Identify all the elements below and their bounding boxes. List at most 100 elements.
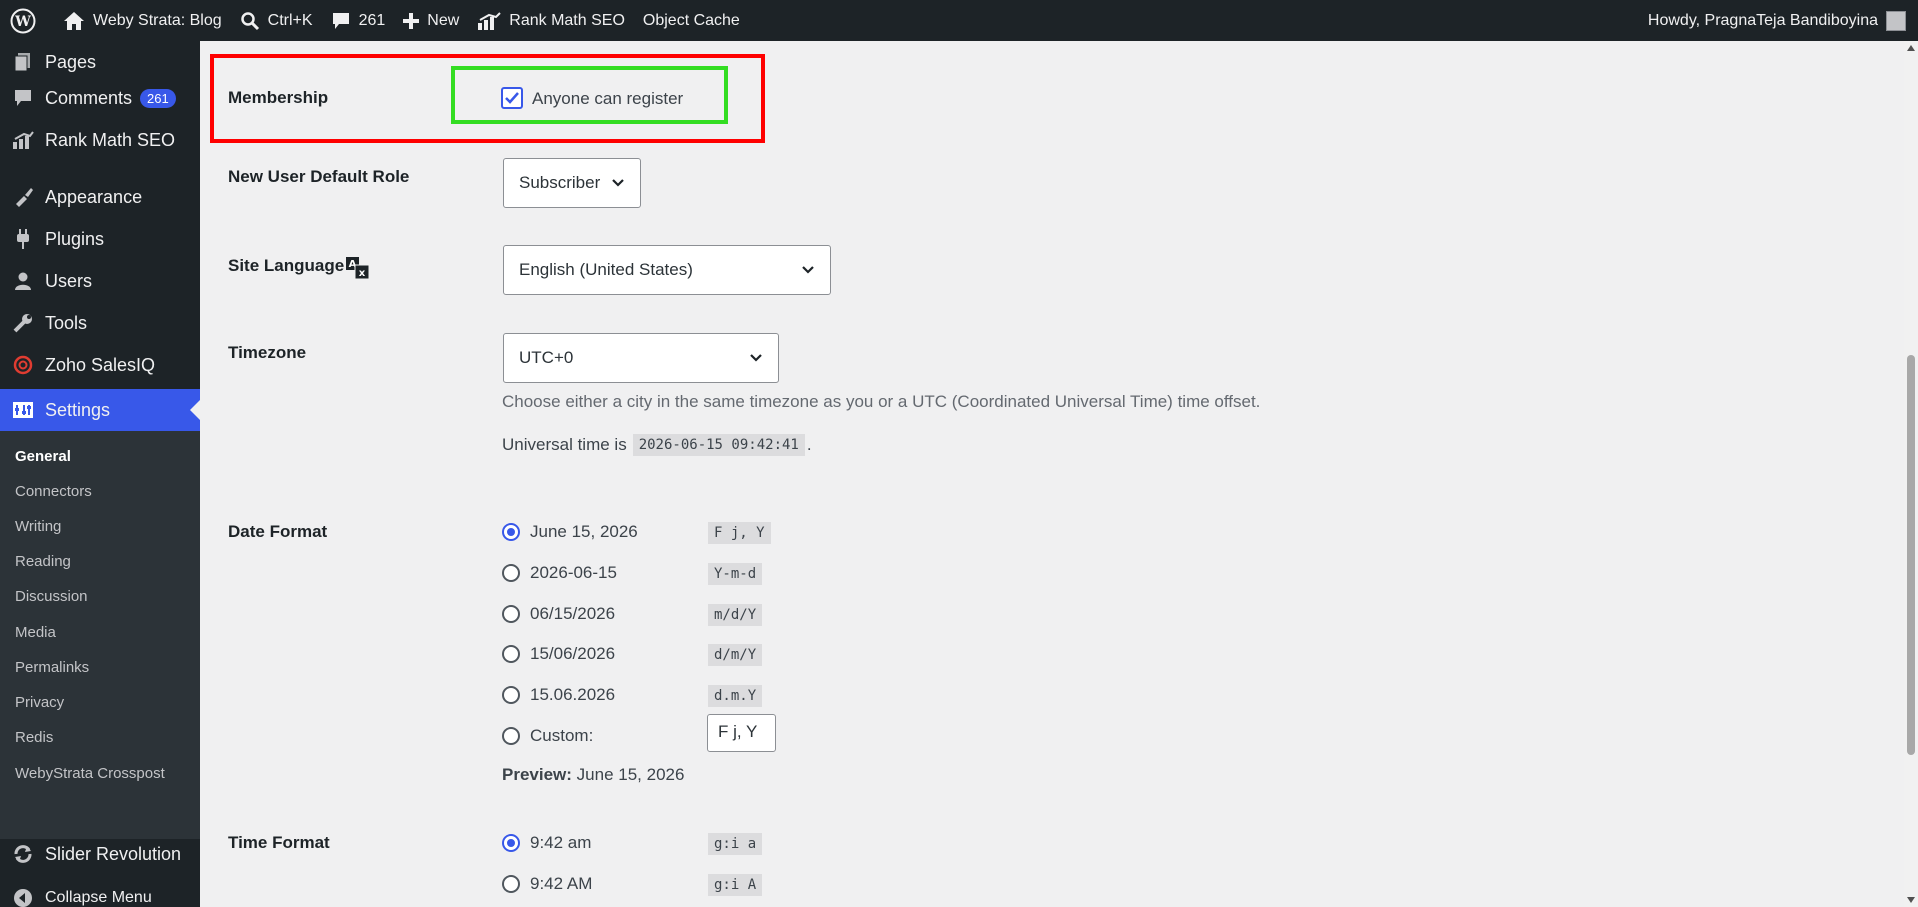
site-name: Weby Strata: Blog bbox=[93, 11, 222, 29]
comments-icon bbox=[11, 86, 35, 110]
format-code: d/m/Y bbox=[708, 644, 763, 666]
user-icon bbox=[11, 269, 35, 293]
radio-button[interactable] bbox=[502, 875, 520, 893]
sidebar-item-zoho[interactable]: Zoho SalesIQ bbox=[0, 344, 200, 386]
timezone-label: Timezone bbox=[228, 343, 307, 362]
pages-icon bbox=[11, 50, 35, 74]
date-format-label: Date Format bbox=[228, 522, 328, 541]
submenu-general[interactable]: General bbox=[15, 448, 71, 465]
custom-date-format-input[interactable]: F j, Y bbox=[707, 714, 776, 752]
submenu-reading[interactable]: Reading bbox=[15, 553, 71, 570]
svg-text:x: x bbox=[359, 268, 366, 279]
wordpress-logo-icon[interactable]: W bbox=[0, 0, 54, 41]
format-code: d.m.Y bbox=[708, 685, 763, 707]
time-format-option[interactable]: 9:42 AM bbox=[502, 870, 592, 898]
new-content-link[interactable]: New bbox=[394, 0, 468, 41]
admin-bar: W Weby Strata: Blog Ctrl+K 261 New Rank … bbox=[0, 0, 1918, 41]
sidebar-item-appearance[interactable]: Appearance bbox=[0, 176, 200, 218]
time-format-option[interactable]: 9:42 am bbox=[502, 829, 591, 857]
date-format-option[interactable]: June 15, 2026 bbox=[502, 518, 638, 546]
timezone-select[interactable]: UTC+0 bbox=[503, 333, 779, 383]
refresh-icon bbox=[11, 842, 35, 866]
default-role-label: New User Default Role bbox=[228, 167, 410, 186]
howdy-text: Howdy, PragnaTeja Bandiboyina bbox=[1647, 11, 1878, 29]
sidebar-item-users[interactable]: Users bbox=[0, 260, 200, 302]
universal-time-line: Universal time is 2026-06-15 09:42:41 . bbox=[502, 434, 812, 456]
universal-time-value: 2026-06-15 09:42:41 bbox=[632, 434, 805, 456]
radio-button[interactable] bbox=[502, 645, 520, 663]
membership-label: Membership bbox=[228, 88, 329, 107]
site-language-label: Site Language bbox=[228, 256, 345, 275]
submenu-connectors[interactable]: Connectors bbox=[15, 483, 92, 500]
date-format-option[interactable]: 06/15/2026 bbox=[502, 600, 615, 628]
sidebar-item-tools[interactable]: Tools bbox=[0, 302, 200, 344]
timezone-description: Choose either a city in the same timezon… bbox=[502, 392, 1261, 411]
collapse-menu-button[interactable]: Collapse Menu bbox=[0, 877, 200, 907]
format-code: g:i a bbox=[708, 833, 763, 855]
radio-button[interactable] bbox=[502, 564, 520, 582]
date-format-option[interactable]: 15.06.2026 bbox=[502, 681, 615, 709]
rank-math-icon bbox=[478, 11, 501, 30]
wrench-icon bbox=[11, 311, 35, 335]
object-cache-link[interactable]: Object Cache bbox=[634, 0, 749, 41]
sidebar-item-settings[interactable]: Settings bbox=[0, 389, 200, 431]
submenu-webystrata-crosspost[interactable]: WebyStrata Crosspost bbox=[15, 765, 165, 782]
radio-button[interactable] bbox=[502, 727, 520, 745]
submenu-media[interactable]: Media bbox=[15, 624, 56, 641]
submenu-privacy[interactable]: Privacy bbox=[15, 694, 64, 711]
anyone-can-register-checkbox[interactable] bbox=[501, 87, 523, 109]
account-menu[interactable]: Howdy, PragnaTeja Bandiboyina bbox=[1648, 0, 1906, 41]
settings-icon bbox=[11, 398, 35, 422]
page-scrollbar[interactable] bbox=[1904, 41, 1918, 907]
radio-button[interactable] bbox=[502, 605, 520, 623]
date-format-custom-option[interactable]: Custom: bbox=[502, 722, 593, 750]
chevron-down-icon bbox=[750, 354, 762, 362]
submenu-redis[interactable]: Redis bbox=[15, 729, 53, 746]
default-role-select[interactable]: Subscriber bbox=[503, 158, 641, 208]
radio-button[interactable] bbox=[502, 834, 520, 852]
date-preview: Preview: June 15, 2026 bbox=[502, 765, 685, 784]
search-shortcut[interactable]: Ctrl+K bbox=[231, 0, 322, 41]
search-icon bbox=[240, 11, 259, 30]
site-language-select[interactable]: English (United States) bbox=[503, 245, 831, 295]
admin-sidebar: Pages Comments 261 Rank Math SEO Appeara… bbox=[0, 41, 200, 907]
submenu-writing[interactable]: Writing bbox=[15, 518, 61, 535]
date-format-option[interactable]: 15/06/2026 bbox=[502, 640, 615, 668]
scroll-down-arrow-icon[interactable] bbox=[1907, 897, 1915, 903]
checkmark-icon bbox=[505, 92, 519, 104]
translation-icon: Ax bbox=[346, 257, 370, 280]
format-code: Y-m-d bbox=[708, 563, 763, 585]
chevron-down-icon bbox=[802, 266, 814, 274]
comments-count-badge: 261 bbox=[140, 88, 176, 108]
scrollbar-thumb[interactable] bbox=[1907, 355, 1915, 755]
date-format-option[interactable]: 2026-06-15 bbox=[502, 559, 617, 587]
submenu-discussion[interactable]: Discussion bbox=[15, 588, 88, 605]
rank-math-icon bbox=[11, 128, 35, 152]
avatar bbox=[1886, 10, 1906, 31]
comments-link[interactable]: 261 bbox=[322, 0, 395, 41]
radio-button[interactable] bbox=[502, 523, 520, 541]
plugin-icon bbox=[11, 227, 35, 251]
anyone-can-register-label[interactable]: Anyone can register bbox=[532, 89, 683, 109]
collapse-icon bbox=[11, 886, 35, 907]
comment-bubble-icon bbox=[332, 12, 349, 29]
home-icon bbox=[64, 11, 84, 30]
rank-math-link[interactable]: Rank Math SEO bbox=[468, 0, 634, 41]
sidebar-item-slider-revolution[interactable]: Slider Revolution bbox=[0, 833, 200, 875]
time-format-label: Time Format bbox=[228, 833, 330, 852]
sidebar-item-plugins[interactable]: Plugins bbox=[0, 218, 200, 260]
format-code: F j, Y bbox=[708, 522, 771, 544]
scroll-up-arrow-icon[interactable] bbox=[1907, 45, 1915, 51]
zoho-icon bbox=[11, 353, 35, 377]
plus-icon bbox=[403, 12, 420, 29]
format-code: g:i A bbox=[708, 874, 763, 896]
chevron-down-icon bbox=[612, 179, 624, 187]
radio-button[interactable] bbox=[502, 686, 520, 704]
brush-icon bbox=[11, 185, 35, 209]
submenu-permalinks[interactable]: Permalinks bbox=[15, 659, 89, 676]
svg-text:W: W bbox=[14, 14, 31, 30]
site-name-link[interactable]: Weby Strata: Blog bbox=[54, 0, 231, 41]
format-code: m/d/Y bbox=[708, 604, 763, 626]
sidebar-item-comments[interactable]: Comments 261 bbox=[0, 77, 200, 119]
sidebar-item-rank-math[interactable]: Rank Math SEO bbox=[0, 119, 200, 161]
